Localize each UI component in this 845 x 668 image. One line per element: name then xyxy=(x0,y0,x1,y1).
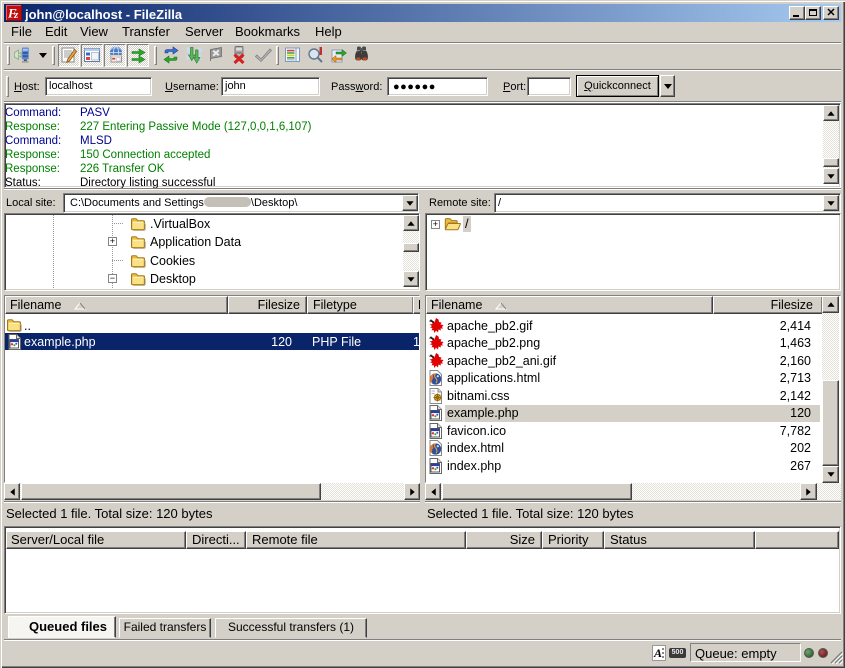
svg-text:A: A xyxy=(653,646,662,660)
svg-text:z: z xyxy=(13,9,19,21)
